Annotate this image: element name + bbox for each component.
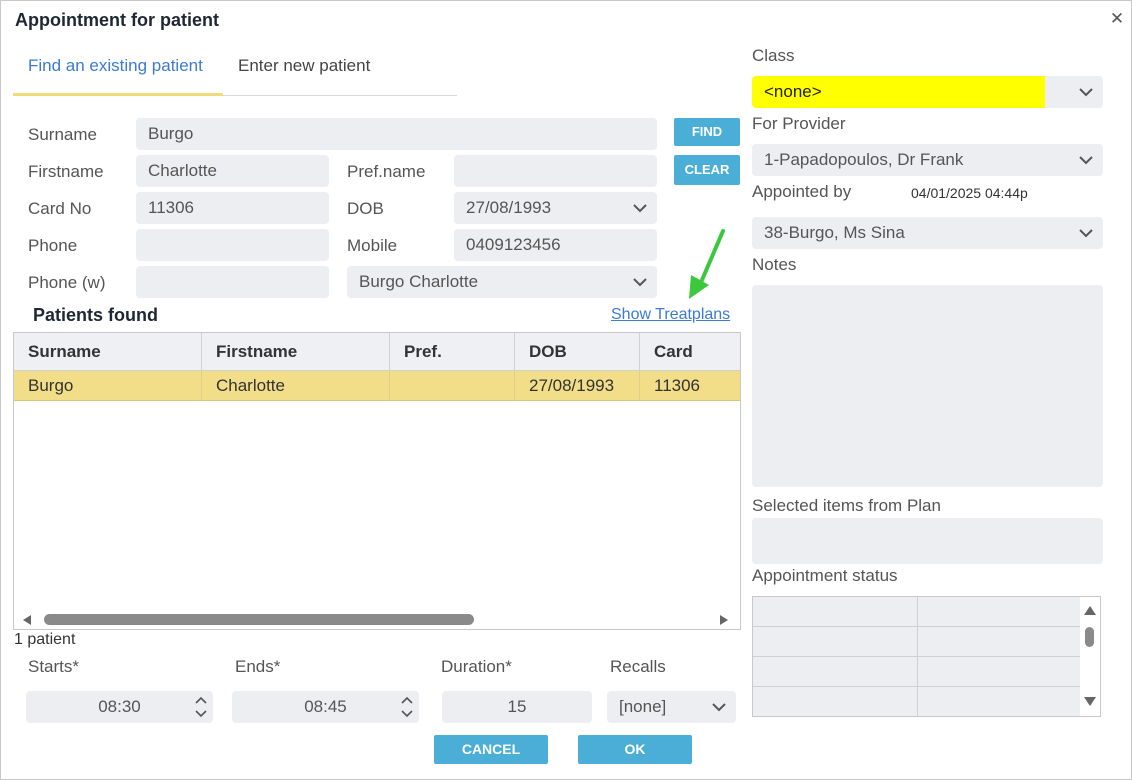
column-header-dob[interactable]: DOB bbox=[515, 333, 640, 371]
ends-value: 08:45 bbox=[304, 697, 347, 716]
ok-button[interactable]: OK bbox=[578, 735, 692, 764]
class-select[interactable]: <none> bbox=[752, 76, 1103, 108]
find-button[interactable]: FIND bbox=[674, 118, 740, 146]
patient-count: 1 patient bbox=[14, 631, 76, 648]
cell-dob: 27/08/1993 bbox=[515, 371, 640, 401]
chevron-down-icon bbox=[633, 204, 647, 213]
chevron-down-icon bbox=[633, 278, 647, 287]
appointed-by-select[interactable]: 38-Burgo, Ms Sina bbox=[752, 217, 1103, 249]
table-row[interactable]: Burgo Charlotte 27/08/1993 11306 bbox=[14, 371, 740, 401]
close-icon[interactable]: ✕ bbox=[1107, 9, 1127, 29]
scrollbar-thumb[interactable] bbox=[44, 614, 474, 625]
ends-label: Ends* bbox=[235, 657, 281, 676]
clear-button[interactable]: CLEAR bbox=[674, 155, 740, 185]
phone-input[interactable] bbox=[136, 229, 329, 261]
cell-surname: Burgo bbox=[14, 371, 202, 401]
mobile-label: Mobile bbox=[347, 236, 398, 255]
provider-label: For Provider bbox=[752, 114, 846, 133]
cell-pref bbox=[390, 371, 515, 401]
chevron-down-icon bbox=[1079, 229, 1093, 238]
column-header-surname[interactable]: Surname bbox=[14, 333, 202, 371]
dialog-title: Appointment for patient bbox=[15, 10, 219, 30]
patient-select-value: Burgo Charlotte bbox=[359, 272, 479, 291]
tab-enter-new-patient[interactable]: Enter new patient bbox=[238, 56, 370, 76]
vertical-scrollbar[interactable] bbox=[1080, 597, 1100, 716]
duration-input[interactable]: 15 bbox=[442, 691, 592, 723]
recalls-label: Recalls bbox=[610, 657, 666, 676]
tab-find-existing-patient[interactable]: Find an existing patient bbox=[28, 56, 203, 76]
duration-label: Duration* bbox=[441, 657, 512, 676]
table-header: Surname Firstname Pref. DOB Card bbox=[14, 333, 740, 371]
scroll-up-icon[interactable] bbox=[1084, 605, 1096, 615]
prefname-label: Pref.name bbox=[347, 162, 426, 181]
appointment-status-label: Appointment status bbox=[752, 566, 898, 585]
grid-line bbox=[917, 597, 918, 716]
tab-divider bbox=[223, 95, 457, 96]
column-header-card[interactable]: Card bbox=[640, 333, 740, 371]
chevron-down-icon bbox=[712, 703, 726, 712]
cardno-label: Card No bbox=[28, 199, 92, 218]
appointed-timestamp: 04/01/2025 04:44p bbox=[911, 185, 1028, 201]
surname-label: Surname bbox=[28, 125, 97, 144]
cardno-input[interactable]: 11306 bbox=[136, 192, 329, 224]
surname-input[interactable]: Burgo bbox=[136, 118, 657, 150]
starts-value: 08:30 bbox=[98, 697, 141, 716]
scroll-right-icon[interactable] bbox=[719, 615, 729, 625]
recalls-select[interactable]: [none] bbox=[607, 691, 736, 723]
phonew-label: Phone (w) bbox=[28, 273, 106, 292]
spinner-icon[interactable] bbox=[401, 696, 413, 718]
appointed-by-value: 38-Burgo, Ms Sina bbox=[764, 223, 905, 242]
provider-select[interactable]: 1-Papadopoulos, Dr Frank bbox=[752, 144, 1103, 176]
horizontal-scrollbar[interactable] bbox=[14, 611, 740, 629]
chevron-down-icon bbox=[1079, 88, 1093, 97]
cell-card: 11306 bbox=[654, 376, 701, 395]
ends-time-input[interactable]: 08:45 bbox=[232, 691, 419, 723]
notes-label: Notes bbox=[752, 255, 797, 274]
cell-firstname: Charlotte bbox=[202, 371, 390, 401]
column-header-pref[interactable]: Pref. bbox=[390, 333, 515, 371]
selected-items-label: Selected items from Plan bbox=[752, 496, 941, 515]
spinner-icon[interactable] bbox=[195, 696, 207, 718]
class-value: <none> bbox=[764, 82, 822, 101]
firstname-input[interactable]: Charlotte bbox=[136, 155, 329, 187]
scrollbar-thumb[interactable] bbox=[1085, 627, 1094, 647]
dob-label: DOB bbox=[347, 199, 384, 218]
show-treatplans-link[interactable]: Show Treatplans bbox=[611, 306, 730, 324]
mobile-input[interactable]: 0409123456 bbox=[454, 229, 657, 261]
patient-select[interactable]: Burgo Charlotte bbox=[347, 266, 657, 298]
class-label: Class bbox=[752, 46, 795, 65]
recalls-value: [none] bbox=[619, 697, 667, 716]
notes-textarea[interactable] bbox=[752, 285, 1103, 487]
phonew-input[interactable] bbox=[136, 266, 329, 298]
cancel-button[interactable]: CANCEL bbox=[434, 735, 548, 764]
patients-found-heading: Patients found bbox=[33, 305, 158, 325]
dob-picker[interactable]: 27/08/1993 bbox=[454, 192, 657, 224]
scroll-left-icon[interactable] bbox=[22, 615, 32, 625]
chevron-down-icon bbox=[1079, 156, 1093, 165]
selected-items-field[interactable] bbox=[752, 518, 1103, 564]
dob-value: 27/08/1993 bbox=[466, 198, 552, 217]
appointment-dialog: Appointment for patient ✕ Find an existi… bbox=[0, 0, 1132, 780]
patients-table: Surname Firstname Pref. DOB Card Burgo C… bbox=[13, 332, 741, 630]
green-arrow-icon bbox=[689, 229, 725, 299]
appointment-status-grid[interactable] bbox=[752, 596, 1101, 717]
active-tab-indicator bbox=[13, 93, 223, 96]
phone-label: Phone bbox=[28, 236, 78, 255]
starts-time-input[interactable]: 08:30 bbox=[26, 691, 213, 723]
scroll-down-icon[interactable] bbox=[1084, 697, 1096, 707]
appointed-by-label: Appointed by bbox=[752, 182, 852, 201]
prefname-input[interactable] bbox=[454, 155, 657, 187]
provider-value: 1-Papadopoulos, Dr Frank bbox=[764, 150, 964, 169]
starts-label: Starts* bbox=[28, 657, 80, 676]
firstname-label: Firstname bbox=[28, 162, 104, 181]
column-header-firstname[interactable]: Firstname bbox=[202, 333, 390, 371]
